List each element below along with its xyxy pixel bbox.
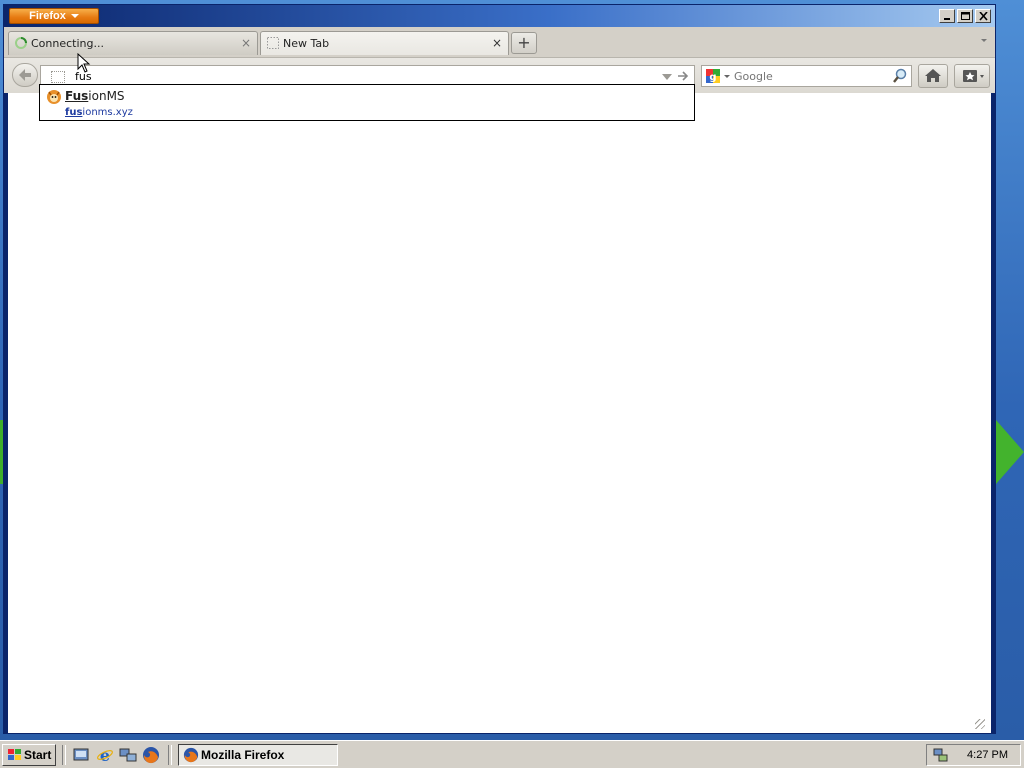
firefox-menu-caret [70,14,79,19]
start-button[interactable]: Start [2,744,56,766]
loading-spinner-icon [15,37,27,49]
home-icon [925,69,941,82]
bookmarks-icon [963,70,984,82]
firefox-icon [183,747,199,763]
close-icon [979,12,988,21]
tray-network-icon[interactable] [933,747,949,763]
home-button[interactable] [918,64,948,88]
tab-list-chevron-icon[interactable] [981,39,987,42]
taskbar-task-label: Mozilla Firefox [201,748,285,762]
magnifier-icon[interactable] [892,68,908,84]
suggestion-title-match: Fus [65,89,89,103]
firefox-icon[interactable] [142,746,160,764]
maximize-button[interactable] [957,9,973,23]
search-input[interactable] [734,68,884,84]
suggestion-url-match: fus [65,107,83,118]
taskbar-separator [168,745,172,765]
taskbar-firefox-button[interactable]: Mozilla Firefox [178,744,338,766]
tab-new-tab[interactable]: New Tab × [260,31,509,55]
suggestion-url: fusionms.xyz [65,107,133,118]
mozilla-fox-icon [47,90,61,104]
google-icon[interactable]: g [706,69,720,83]
maximize-icon [961,12,970,20]
back-button[interactable] [12,63,38,87]
show-desktop-icon[interactable] [72,746,90,764]
page-content[interactable] [8,93,991,733]
tab-label: Connecting... [31,37,104,50]
suggestion-title-rest: ionMS [88,89,125,103]
site-identity-icon[interactable] [51,71,65,83]
new-tab-button[interactable]: + [511,32,537,54]
svg-text:g: g [709,72,716,83]
blank-page-icon [267,37,279,49]
firefox-menu-button[interactable]: Firefox [9,8,99,24]
wallpaper-grass-right [996,420,1024,484]
url-autocomplete-popup: FusionMS fusionms.xyz [39,84,695,121]
tab-close-button[interactable]: × [241,36,251,50]
taskbar-clock[interactable]: 4:27 PM [967,749,1008,761]
tab-close-button[interactable]: × [492,36,502,50]
taskbar-separator [62,745,66,765]
system-tray: 4:27 PM [926,744,1021,766]
go-arrow-icon[interactable] [676,69,690,83]
suggestion-url-rest: ionms.xyz [82,107,133,118]
close-button[interactable] [975,9,991,23]
minimize-icon [944,18,950,20]
windows-flag-icon [8,749,21,760]
resize-grip[interactable] [975,719,985,729]
tab-connecting[interactable]: Connecting... × [8,31,258,55]
taskbar: Start e Mozilla Firefox 4:27 PM [0,740,1024,768]
svg-text:e: e [100,746,110,764]
firefox-menu-label: Firefox [29,10,66,22]
title-bar[interactable]: Firefox [4,5,995,27]
mouse-cursor-icon [77,53,91,73]
ie-icon[interactable]: e [96,746,114,764]
window-controls [939,9,991,23]
autocomplete-suggestion[interactable]: FusionMS fusionms.xyz [40,85,694,120]
start-label: Start [24,748,52,762]
url-input[interactable] [75,68,645,84]
url-history-dropdown-icon[interactable] [662,74,672,80]
network-icon[interactable] [119,746,137,764]
search-bar[interactable]: g [701,65,912,87]
tab-label: New Tab [283,37,330,50]
back-arrow-icon [19,69,31,81]
minimize-button[interactable] [939,9,955,23]
search-engine-caret-icon[interactable] [724,75,730,78]
bookmarks-button[interactable] [954,64,990,88]
suggestion-title: FusionMS [65,89,125,103]
